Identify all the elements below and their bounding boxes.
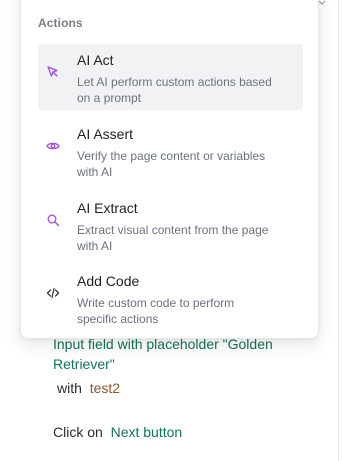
menu-item-ai-act[interactable]: AI Act Let AI perform custom actions bas…	[38, 44, 303, 110]
menu-item-add-code[interactable]: Add Code Write custom code to perform sp…	[38, 265, 303, 331]
eye-icon	[46, 139, 60, 153]
menu-item-description: Extract visual content from the page wit…	[77, 223, 269, 253]
actions-dropdown: Actions AI Act Let AI perform custom act…	[20, 0, 319, 339]
with-label: with	[57, 380, 82, 396]
actions-section-title: Actions	[38, 16, 83, 30]
more-icon[interactable]	[318, 0, 326, 9]
menu-item-description: Let AI perform custom actions based on a…	[77, 75, 272, 105]
menu-item-description: Write custom code to perform specific ac…	[77, 296, 235, 326]
menu-item-title: Add Code	[77, 273, 140, 289]
step-value-line: with test2	[57, 378, 120, 398]
app-stage: Input field with placeholder "Golden Ret…	[0, 0, 342, 461]
code-icon	[46, 286, 60, 300]
menu-item-ai-extract[interactable]: AI Extract Extract visual content from t…	[38, 192, 303, 258]
menu-item-title: AI Assert	[77, 126, 134, 142]
step-target-text-continued: Retriever"	[53, 356, 115, 372]
click-step-line: Click on Next button	[53, 422, 182, 442]
menu-item-description: Verify the page content or variables wit…	[77, 149, 266, 179]
menu-item-ai-assert[interactable]: AI Assert Verify the page content or var…	[38, 118, 303, 184]
menu-item-title: AI Extract	[77, 200, 138, 216]
step-value[interactable]: test2	[90, 380, 120, 396]
click-target[interactable]: Next button	[111, 424, 183, 440]
click-action-label: Click on	[53, 424, 103, 440]
pointer-icon	[46, 65, 60, 79]
menu-item-title: AI Act	[77, 52, 114, 68]
magnifier-icon	[46, 213, 60, 227]
